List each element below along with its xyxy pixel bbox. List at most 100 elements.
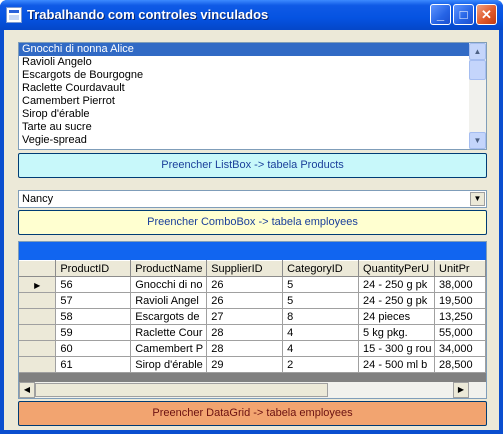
form-client-area: Gnocchi di nonna Alice Ravioli Angelo Esca… <box>4 30 499 430</box>
table-cell[interactable]: Ravioli Angel <box>130 292 208 309</box>
combobox-value: Nancy <box>22 193 54 205</box>
title-bar[interactable]: Trabalhando com controles vinculados _ □… <box>0 0 503 30</box>
datagrid-table: ProductID ProductName SupplierID CategoryID… <box>19 260 486 373</box>
listbox-item[interactable]: Escargots de Bourgogne <box>19 69 486 82</box>
combobox-dropdown-button[interactable]: ▼ <box>470 192 485 206</box>
table-cell[interactable]: Sirop d'érable <box>130 356 208 373</box>
table-cell[interactable]: 60 <box>55 340 132 357</box>
datagrid-body: ProductID ProductName SupplierID CategoryID… <box>19 260 486 382</box>
chevron-right-icon: ▶ <box>457 385 465 394</box>
products-listbox[interactable]: Gnocchi di nonna Alice Ravioli Angelo Esca… <box>18 42 487 150</box>
close-icon: ✕ <box>481 7 492 22</box>
horizontal-scroll-thumb[interactable] <box>35 383 328 397</box>
employees-combobox[interactable]: Nancy ▼ <box>18 190 487 208</box>
chevron-up-icon: ▲ <box>473 47 482 56</box>
table-cell[interactable]: 26 <box>206 276 284 293</box>
column-header[interactable]: SupplierID <box>206 260 284 277</box>
table-cell[interactable]: 2 <box>282 356 360 373</box>
fill-listbox-products-button[interactable]: Preencher ListBox -> tabela Products <box>18 153 487 178</box>
table-cell[interactable]: 34,000 <box>434 340 486 357</box>
products-datagrid[interactable]: ProductID ProductName SupplierID CategoryID… <box>18 241 487 399</box>
table-cell[interactable]: 28,500 <box>434 356 486 373</box>
table-cell[interactable]: 26 <box>206 292 284 309</box>
scroll-down-button[interactable]: ▼ <box>469 132 486 149</box>
table-cell[interactable]: 24 - 250 g pk <box>358 292 436 309</box>
chevron-left-icon: ◀ <box>23 385 31 394</box>
app-icon <box>6 7 22 23</box>
table-cell[interactable]: 24 pieces <box>358 308 436 325</box>
table-cell[interactable]: 5 <box>282 276 360 293</box>
scroll-up-button[interactable]: ▲ <box>469 43 486 60</box>
listbox-item[interactable]: Tarte au sucre <box>19 121 486 134</box>
table-row[interactable]: 58 Escargots de 27 8 24 pieces 13,250 <box>19 308 486 325</box>
listbox-item[interactable]: Gnocchi di nonna Alice <box>19 43 469 56</box>
table-cell[interactable]: 61 <box>55 356 132 373</box>
table-cell[interactable]: 13,250 <box>434 308 486 325</box>
chevron-down-icon: ▼ <box>473 194 482 203</box>
table-cell[interactable]: 29 <box>206 356 284 373</box>
column-header[interactable]: UnitPr <box>434 260 486 277</box>
current-row-icon: ▶ <box>34 280 41 290</box>
main-window: Trabalhando com controles vinculados _ □… <box>0 0 503 434</box>
table-cell[interactable]: 5 <box>282 292 360 309</box>
table-cell[interactable]: 24 - 500 ml b <box>358 356 436 373</box>
fill-datagrid-employees-button[interactable]: Preencher DataGrid -> tabela employees <box>18 401 487 426</box>
column-header[interactable]: ProductName <box>130 260 208 277</box>
scroll-thumb[interactable] <box>469 60 486 80</box>
row-header[interactable] <box>19 356 57 373</box>
datagrid-caption <box>19 242 486 260</box>
column-header[interactable]: QuantityPerU <box>358 260 436 277</box>
table-row[interactable]: 57 Ravioli Angel 26 5 24 - 250 g pk 19,500 <box>19 292 486 309</box>
table-row[interactable]: 60 Camembert P 28 4 15 - 300 g rou 34,000 <box>19 340 486 357</box>
listbox-items: Gnocchi di nonna Alice Ravioli Angelo Esca… <box>19 43 486 147</box>
fill-combobox-employees-button[interactable]: Preencher ComboBox -> tabela employees <box>18 210 487 235</box>
table-cell[interactable]: Gnocchi di no <box>130 276 208 293</box>
listbox-item[interactable]: Ravioli Angelo <box>19 56 486 69</box>
table-cell[interactable]: 59 <box>55 324 132 341</box>
row-header[interactable] <box>19 292 57 309</box>
table-cell[interactable]: 56 <box>55 276 132 293</box>
row-header[interactable]: ▶ <box>19 276 57 293</box>
listbox-item[interactable]: Camembert Pierrot <box>19 95 486 108</box>
minimize-icon: _ <box>436 7 445 22</box>
table-cell[interactable]: 55,000 <box>434 324 486 341</box>
maximize-icon: □ <box>459 7 468 22</box>
table-cell[interactable]: 27 <box>206 308 284 325</box>
table-cell[interactable]: 19,500 <box>434 292 486 309</box>
table-cell[interactable]: Raclette Cour <box>130 324 208 341</box>
table-row[interactable]: ▶ 56 Gnocchi di no 26 5 24 - 250 g pk 38,000 <box>19 276 486 293</box>
row-header[interactable] <box>19 340 57 357</box>
table-cell[interactable]: 4 <box>282 324 360 341</box>
table-cell[interactable]: Camembert P <box>130 340 208 357</box>
listbox-item[interactable]: Raclette Courdavault <box>19 82 486 95</box>
maximize-button[interactable]: □ <box>453 4 474 25</box>
listbox-vertical-scrollbar[interactable]: ▲ ▼ <box>469 43 486 149</box>
table-row[interactable]: 61 Sirop d'érable 29 2 24 - 500 ml b 28,500 <box>19 356 486 373</box>
column-header[interactable]: CategoryID <box>282 260 360 277</box>
table-cell[interactable]: 8 <box>282 308 360 325</box>
table-row[interactable]: 59 Raclette Cour 28 4 5 kg pkg. 55,000 <box>19 324 486 341</box>
table-cell[interactable]: 5 kg pkg. <box>358 324 436 341</box>
minimize-button[interactable]: _ <box>430 4 451 25</box>
datagrid-header-row: ProductID ProductName SupplierID CategoryID… <box>19 260 486 277</box>
table-cell[interactable]: 28 <box>206 340 284 357</box>
table-cell[interactable]: 28 <box>206 324 284 341</box>
table-cell[interactable]: 15 - 300 g rou <box>358 340 436 357</box>
table-cell[interactable]: Escargots de <box>130 308 208 325</box>
close-button[interactable]: ✕ <box>476 4 497 25</box>
table-cell[interactable]: 57 <box>55 292 132 309</box>
table-cell[interactable]: 4 <box>282 340 360 357</box>
listbox-item[interactable]: Sirop d'érable <box>19 108 486 121</box>
row-header[interactable] <box>19 308 57 325</box>
scroll-left-button[interactable]: ◀ <box>19 382 35 398</box>
table-cell[interactable]: 38,000 <box>434 276 486 293</box>
table-cell[interactable]: 24 - 250 g pk <box>358 276 436 293</box>
row-header[interactable] <box>19 324 57 341</box>
datagrid-horizontal-scrollbar[interactable]: ◀ ▶ <box>19 382 486 398</box>
table-cell[interactable]: 58 <box>55 308 132 325</box>
scroll-right-button[interactable]: ▶ <box>453 382 469 398</box>
window-title: Trabalhando com controles vinculados <box>27 7 269 22</box>
datagrid-corner-header <box>19 260 57 277</box>
column-header[interactable]: ProductID <box>55 260 132 277</box>
listbox-item[interactable]: Vegie-spread <box>19 134 486 147</box>
